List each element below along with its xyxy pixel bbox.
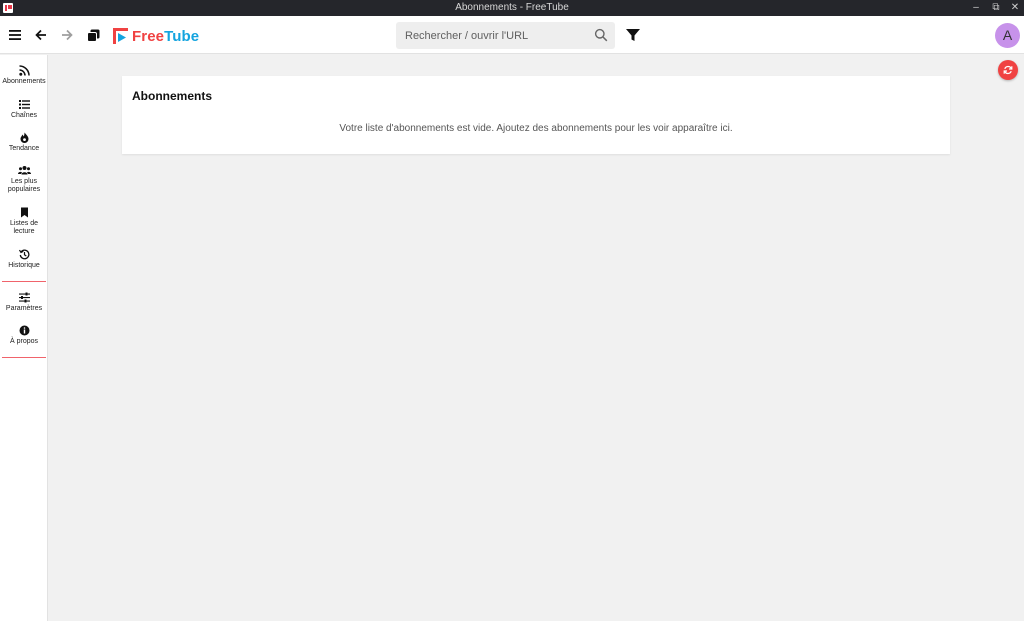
sidebar-item-about[interactable]: À propos <box>0 325 48 346</box>
sidebar-item-settings[interactable]: Paramètres <box>0 292 48 313</box>
close-icon[interactable]: ✕ <box>1008 1 1022 15</box>
profile-avatar[interactable]: A <box>995 23 1020 48</box>
history-icon <box>18 249 29 260</box>
refresh-subscriptions-button[interactable] <box>998 60 1018 80</box>
search-input[interactable] <box>396 22 586 49</box>
sidebar-item-channels[interactable]: Chaînes <box>0 99 48 120</box>
new-window-button[interactable] <box>83 25 103 45</box>
side-nav: Abonnements Chaînes Tendance Les plus po… <box>0 55 48 621</box>
window-title: Abonnements - FreeTube <box>455 2 569 13</box>
title-bar: Abonnements - FreeTube – ⧉ ✕ <box>0 0 1024 16</box>
restore-icon[interactable]: ⧉ <box>989 1 1003 15</box>
sidebar-item-label: À propos <box>9 338 39 345</box>
sidebar-item-trending[interactable]: Tendance <box>0 132 48 153</box>
sidebar-divider <box>2 357 46 358</box>
arrow-right-icon <box>62 29 73 41</box>
sidebar-item-label: Abonnements <box>2 78 46 85</box>
sliders-icon <box>18 292 30 303</box>
refresh-icon <box>1003 65 1013 75</box>
arrow-left-icon <box>35 29 46 41</box>
rss-icon <box>18 65 30 76</box>
logo-text-tube: Tube <box>164 27 200 45</box>
search-box <box>396 22 615 49</box>
freetube-logo-icon <box>113 28 128 44</box>
subscriptions-card: Abonnements Votre liste d'abonnements es… <box>122 76 950 154</box>
filter-icon[interactable] <box>625 27 641 43</box>
page-title: Abonnements <box>132 89 213 103</box>
fire-icon <box>20 132 28 143</box>
clone-icon <box>86 29 99 42</box>
info-icon <box>19 325 29 336</box>
sidebar-item-label: Paramètres <box>5 305 43 312</box>
menu-button[interactable] <box>5 25 25 45</box>
forward-button[interactable] <box>57 25 77 45</box>
sidebar-item-label: Tendance <box>8 145 40 152</box>
sidebar-item-history[interactable]: Historique <box>0 249 48 270</box>
back-button[interactable] <box>31 25 51 45</box>
users-icon <box>17 166 31 175</box>
empty-subscriptions-message: Votre liste d'abonnements est vide. Ajou… <box>339 123 733 134</box>
sidebar-item-label: Historique <box>8 262 40 269</box>
bookmark-icon <box>20 207 28 218</box>
sidebar-item-subscriptions[interactable]: Abonnements <box>0 65 48 86</box>
sidebar-item-popular[interactable]: Les plus populaires <box>0 165 48 194</box>
minimize-icon[interactable]: – <box>969 1 983 15</box>
logo-text-free: Free <box>132 27 165 45</box>
hamburger-menu-icon <box>9 30 21 40</box>
sidebar-item-label: Listes de lecture <box>9 220 39 235</box>
sidebar-item-label: Chaînes <box>10 112 38 119</box>
sidebar-item-label: Les plus populaires <box>7 178 41 193</box>
top-nav: FreeTube A <box>0 16 1024 54</box>
sidebar-divider <box>2 281 46 282</box>
list-icon <box>18 100 30 109</box>
sidebar-item-playlists[interactable]: Listes de lecture <box>0 207 48 236</box>
freetube-logo[interactable]: FreeTube <box>113 26 199 46</box>
search-icon[interactable] <box>594 28 608 42</box>
